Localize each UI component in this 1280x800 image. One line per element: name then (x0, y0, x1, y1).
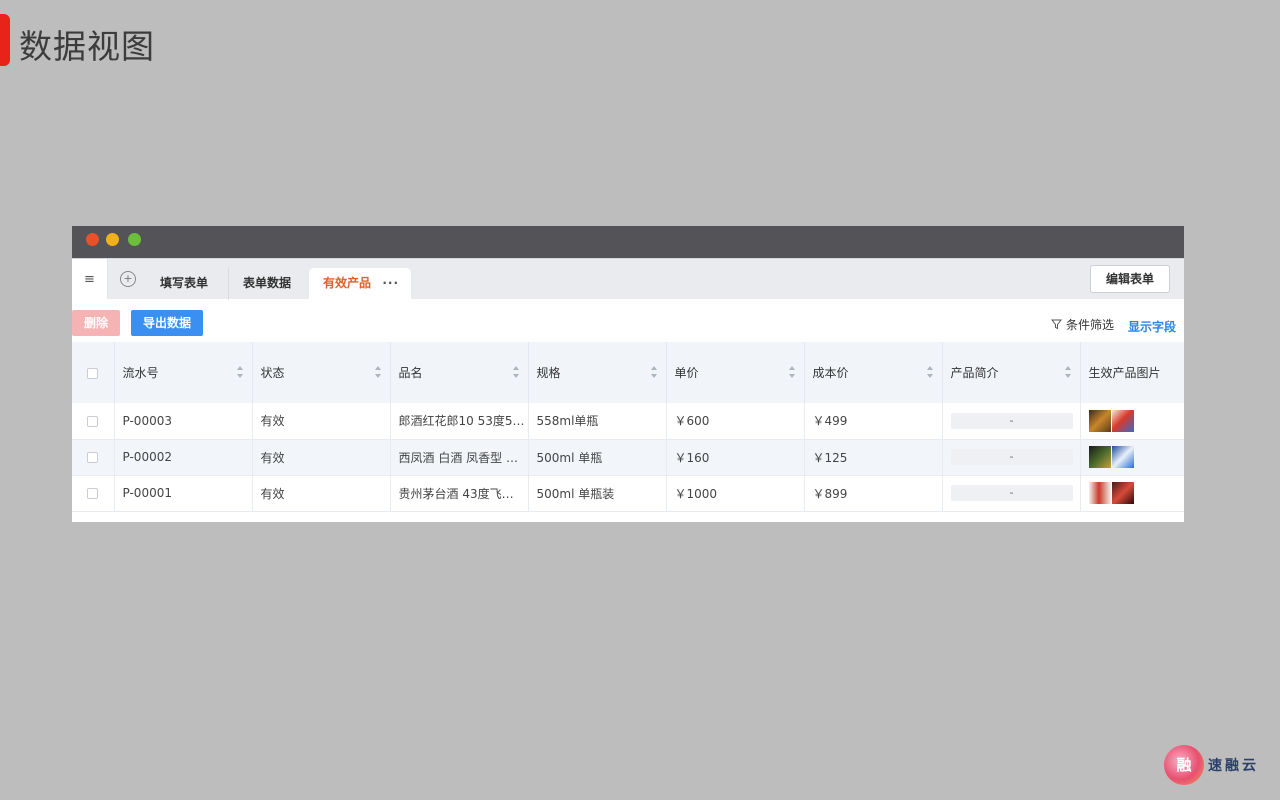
intro-placeholder: - (950, 412, 1073, 429)
app-window: ≡ + 填写表单 表单数据 有效产品 ··· 编辑表单 删除 导出数据 条件筛选… (72, 226, 1184, 522)
menu-icon[interactable]: ≡ (72, 259, 108, 299)
row-checkbox[interactable] (87, 415, 99, 427)
slide-title: 数据视图 (19, 27, 155, 66)
cell-spec: 558ml单瓶 (528, 403, 667, 439)
table-header-row: 流水号 状态 品名 规格 单价 成本价 产品简介 生效产品图片 (72, 342, 1184, 403)
cell-status: 有效 (252, 403, 391, 439)
filter-label: 条件筛选 (1065, 318, 1114, 332)
cell-price: ￥1000 (666, 475, 805, 511)
intro-placeholder: - (950, 485, 1073, 501)
minimize-window-icon[interactable] (106, 233, 119, 246)
tab-fill-form[interactable]: 填写表单 (146, 268, 222, 300)
row-checkbox[interactable] (87, 488, 99, 499)
cell-price: ￥600 (666, 403, 805, 439)
table-row[interactable]: P-00002 有效 西凤酒 白酒 凤香型 … 500ml 单瓶 ￥160 ￥1… (72, 439, 1184, 475)
product-image-thumbnail[interactable] (1088, 446, 1111, 468)
sort-icon[interactable] (1064, 366, 1072, 378)
select-all-cell (72, 342, 115, 403)
product-image-thumbnail[interactable] (1111, 482, 1134, 504)
slide-accent-bar (0, 14, 10, 66)
tab-bar: ≡ + 填写表单 表单数据 有效产品 ··· 编辑表单 (72, 258, 1184, 300)
select-all-checkbox[interactable] (87, 367, 99, 379)
cell-name: 贵州茅台酒 43度飞… (390, 475, 529, 511)
cell-spec: 500ml 单瓶装 (528, 475, 667, 511)
sort-icon[interactable] (926, 366, 934, 378)
cell-intro: - (942, 403, 1081, 439)
add-tab-icon[interactable]: + (120, 271, 136, 287)
sort-icon[interactable] (788, 366, 796, 378)
column-header-intro[interactable]: 产品简介 (942, 342, 1081, 403)
row-checkbox[interactable] (87, 452, 99, 463)
table-row[interactable]: P-00001 有效 贵州茅台酒 43度飞… 500ml 单瓶装 ￥1000 ￥… (72, 475, 1184, 511)
intro-placeholder: - (950, 449, 1073, 465)
logo-name: 速融云 (1208, 758, 1259, 774)
column-header-spec[interactable]: 规格 (528, 342, 667, 403)
cell-status: 有效 (252, 439, 391, 475)
tab-valid-products[interactable]: 有效产品 ··· (309, 268, 412, 300)
toolbar: 删除 导出数据 条件筛选 显示字段 (72, 299, 1184, 342)
column-header-cost[interactable]: 成本价 (804, 342, 943, 403)
cell-serial: P-00001 (114, 475, 253, 511)
product-image-thumbnail[interactable] (1111, 446, 1134, 468)
show-fields-link[interactable]: 显示字段 (1128, 318, 1176, 335)
cell-intro: - (942, 475, 1081, 511)
cell-status: 有效 (252, 475, 391, 511)
column-header-status[interactable]: 状态 (252, 342, 391, 403)
close-window-icon[interactable] (86, 233, 99, 246)
export-data-button[interactable]: 导出数据 (131, 310, 203, 336)
cell-cost: ￥499 (804, 403, 943, 439)
edit-form-button[interactable]: 编辑表单 (1090, 265, 1170, 293)
sort-icon[interactable] (374, 366, 382, 378)
cell-name: 郎酒红花郎10 53度5… (390, 403, 529, 439)
window-titlebar (72, 226, 1184, 258)
data-table: 流水号 状态 品名 规格 单价 成本价 产品简介 生效产品图片 P-00003 … (72, 342, 1184, 512)
more-icon[interactable]: ··· (382, 268, 399, 298)
cell-cost: ￥899 (804, 475, 943, 511)
column-header-serial[interactable]: 流水号 (114, 342, 253, 403)
cell-images (1080, 403, 1184, 439)
table-row[interactable]: P-00003 有效 郎酒红花郎10 53度5… 558ml单瓶 ￥600 ￥4… (72, 403, 1184, 439)
cell-price: ￥160 (666, 439, 805, 475)
tab-form-data[interactable]: 表单数据 (228, 268, 305, 300)
column-header-images: 生效产品图片 (1088, 366, 1161, 380)
filter-icon (1050, 319, 1062, 330)
maximize-window-icon[interactable] (128, 233, 141, 246)
brand-logo: 融 速融云 (1164, 745, 1259, 785)
cell-intro: - (942, 439, 1081, 475)
logo-mark-icon: 融 (1164, 745, 1204, 785)
sort-icon[interactable] (512, 366, 520, 378)
cell-spec: 500ml 单瓶 (528, 439, 667, 475)
cell-name: 西凤酒 白酒 凤香型 … (390, 439, 529, 475)
cell-cost: ￥125 (804, 439, 943, 475)
sort-icon[interactable] (236, 366, 244, 378)
column-header-price[interactable]: 单价 (666, 342, 805, 403)
cell-images (1080, 439, 1184, 475)
product-image-thumbnail[interactable] (1088, 482, 1111, 504)
cell-serial: P-00003 (114, 403, 253, 439)
column-header-name[interactable]: 品名 (390, 342, 529, 403)
cell-images (1080, 475, 1184, 511)
delete-button[interactable]: 删除 (72, 310, 120, 336)
product-image-thumbnail[interactable] (1088, 409, 1111, 432)
filter-button[interactable]: 条件筛选 (1050, 316, 1114, 333)
cell-serial: P-00002 (114, 439, 253, 475)
product-image-thumbnail[interactable] (1111, 409, 1134, 432)
tab-label: 有效产品 (323, 276, 372, 290)
sort-icon[interactable] (650, 366, 658, 378)
